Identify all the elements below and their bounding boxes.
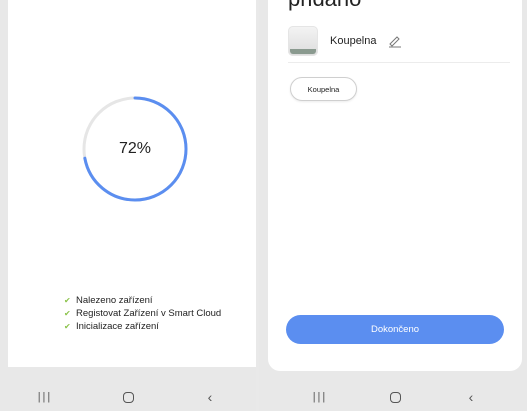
back-icon: ‹	[468, 389, 474, 405]
recent-apps-icon: |||	[37, 391, 53, 403]
recent-apps-button[interactable]: |||	[30, 388, 60, 406]
back-button[interactable]: ‹	[195, 388, 225, 406]
progress-ring: 72%	[80, 94, 190, 204]
device-name: Koupelna	[330, 35, 377, 47]
check-icon: ✔	[64, 322, 71, 331]
divider	[288, 62, 510, 63]
room-chip[interactable]: Koupelna	[290, 77, 357, 101]
home-icon	[389, 391, 401, 403]
right-screen: přidáno Koupelna Koupelna Dokončeno ||| …	[259, 0, 527, 411]
finish-button[interactable]: Dokončeno	[286, 315, 504, 344]
check-icon: ✔	[64, 309, 71, 318]
back-button[interactable]: ‹	[456, 388, 486, 406]
setup-checklist: ✔ Nalezeno zařízení ✔ Registovat Zařízen…	[64, 294, 221, 333]
recent-apps-button[interactable]: |||	[305, 388, 335, 406]
checklist-item-label: Inicializace zařízení	[76, 321, 159, 332]
checklist-item: ✔ Registovat Zařízení v Smart Cloud	[64, 307, 221, 320]
back-icon: ‹	[207, 389, 213, 405]
home-icon	[122, 391, 134, 403]
page-title: přidáno	[288, 0, 361, 12]
device-added-sheet: přidáno Koupelna Koupelna Dokončeno	[268, 0, 522, 371]
setup-progress-panel: 72% ✔ Nalezeno zařízení ✔ Registovat Zař…	[8, 0, 256, 367]
navigation-bar: ||| ‹	[259, 380, 527, 411]
recent-apps-icon: |||	[312, 391, 328, 403]
home-button[interactable]	[380, 388, 410, 406]
checklist-item-label: Nalezeno zařízení	[76, 295, 153, 306]
checklist-item: ✔ Inicializace zařízení	[64, 320, 221, 333]
edit-pencil-icon[interactable]	[387, 34, 403, 48]
checklist-item: ✔ Nalezeno zařízení	[64, 294, 221, 307]
device-image	[288, 26, 318, 56]
checklist-item-label: Registovat Zařízení v Smart Cloud	[76, 308, 222, 319]
navigation-bar: ||| ‹	[0, 380, 256, 411]
device-row: Koupelna	[288, 26, 403, 56]
check-icon: ✔	[64, 296, 71, 305]
home-button[interactable]	[113, 388, 143, 406]
left-screen: 72% ✔ Nalezeno zařízení ✔ Registovat Zař…	[0, 0, 256, 411]
progress-percent: 72%	[118, 140, 152, 157]
